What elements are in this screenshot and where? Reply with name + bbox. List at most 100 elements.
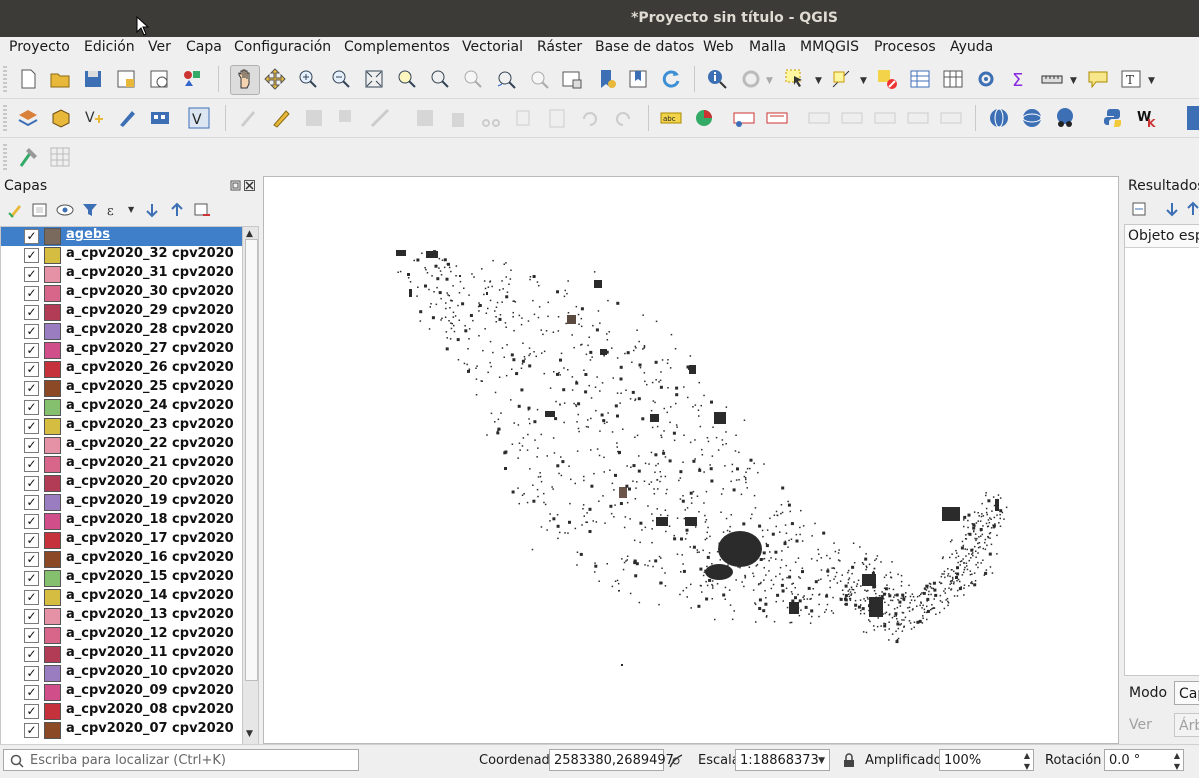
- text-annotation-icon[interactable]: T: [1120, 68, 1142, 90]
- toggle-extents-icon[interactable]: [668, 753, 684, 769]
- close-panel-icon[interactable]: [244, 180, 255, 191]
- layer-visibility-checkbox[interactable]: ✓: [24, 324, 39, 339]
- zoom-to-layer-icon[interactable]: [429, 68, 451, 90]
- map-canvas[interactable]: [263, 176, 1119, 744]
- lock-scale-icon[interactable]: [843, 753, 855, 768]
- layer-visibility-checkbox[interactable]: ✓: [24, 438, 39, 453]
- layer-row[interactable]: ✓ a_cpv2020_20 cpv2020: [1, 474, 243, 493]
- manage-visibility-icon[interactable]: [56, 201, 74, 219]
- spin-down-icon[interactable]: ▼: [1174, 756, 1180, 778]
- layer-visibility-checkbox[interactable]: ✓: [24, 305, 39, 320]
- layer-row[interactable]: ✓ a_cpv2020_25 cpv2020: [1, 379, 243, 398]
- layer-row[interactable]: ✓ a_cpv2020_28 cpv2020: [1, 322, 243, 341]
- menu-web[interactable]: Web: [703, 39, 734, 55]
- add-wfs-layer-icon[interactable]: [1021, 107, 1043, 129]
- layer-visibility-checkbox[interactable]: ✓: [24, 723, 39, 738]
- coordinate-field[interactable]: 2583380,2689497: [549, 749, 674, 771]
- layer-visibility-checkbox[interactable]: ✓: [24, 590, 39, 605]
- layer-row[interactable]: ✓ a_cpv2020_18 cpv2020: [1, 512, 243, 531]
- layer-visibility-checkbox[interactable]: ✓: [24, 343, 39, 358]
- toolbar-grip[interactable]: [3, 66, 7, 92]
- scroll-up-icon[interactable]: ▲: [246, 229, 253, 239]
- chevron-down-icon[interactable]: ▼: [128, 205, 134, 214]
- new-geopackage-layer-icon[interactable]: [50, 107, 72, 129]
- refresh-icon[interactable]: [660, 68, 682, 90]
- attribute-table-icon[interactable]: [909, 68, 931, 90]
- layer-diagram-icon[interactable]: [693, 107, 715, 129]
- layer-row[interactable]: ✓ a_cpv2020_17 cpv2020: [1, 531, 243, 550]
- layer-visibility-checkbox[interactable]: ✓: [24, 571, 39, 586]
- layer-labeling-icon[interactable]: abc: [660, 107, 682, 129]
- processing-toolbox-icon[interactable]: [975, 68, 997, 90]
- layer-visibility-checkbox[interactable]: ✓: [24, 476, 39, 491]
- layer-visibility-checkbox[interactable]: ✓: [24, 552, 39, 567]
- measure-line-icon[interactable]: [1041, 68, 1063, 90]
- layer-row[interactable]: ✓ a_cpv2020_12 cpv2020: [1, 626, 243, 645]
- layer-visibility-checkbox[interactable]: ✓: [24, 457, 39, 472]
- layer-row[interactable]: ✓ a_cpv2020_23 cpv2020: [1, 417, 243, 436]
- layer-row[interactable]: ✓ a_cpv2020_27 cpv2020: [1, 341, 243, 360]
- layout-manager-icon[interactable]: [148, 68, 170, 90]
- layer-row[interactable]: ✓ a_cpv2020_16 cpv2020: [1, 550, 243, 569]
- layer-row[interactable]: ✓ a_cpv2020_21 cpv2020: [1, 455, 243, 474]
- scale-combobox[interactable]: 1:18868373 ▼: [735, 749, 830, 771]
- add-vector-layer-icon[interactable]: V: [188, 107, 210, 129]
- layer-visibility-checkbox[interactable]: ✓: [24, 609, 39, 624]
- remove-layer-icon[interactable]: [193, 201, 211, 219]
- highlight-pinned-labels-icon[interactable]: [733, 107, 755, 129]
- menu-procesos[interactable]: Procesos: [874, 39, 936, 55]
- map-features[interactable]: [264, 177, 1118, 743]
- layer-visibility-checkbox[interactable]: ✓: [24, 419, 39, 434]
- toolbar-overflow-icon[interactable]: [1187, 106, 1199, 130]
- zoom-full-icon[interactable]: [363, 68, 385, 90]
- digitizing-tools-icon[interactable]: [17, 146, 39, 168]
- chevron-down-icon[interactable]: ▼: [818, 750, 825, 772]
- data-source-manager-icon[interactable]: [17, 107, 39, 129]
- layer-row[interactable]: ✓ a_cpv2020_08 cpv2020: [1, 702, 243, 721]
- layer-visibility-checkbox[interactable]: ✓: [24, 495, 39, 510]
- menu-capa[interactable]: Capa: [186, 39, 222, 55]
- zoom-out-icon[interactable]: [330, 68, 352, 90]
- map-tips-icon[interactable]: [1087, 68, 1109, 90]
- select-by-expression-icon[interactable]: [830, 68, 852, 90]
- layer-visibility-checkbox[interactable]: ✓: [24, 533, 39, 548]
- add-group-icon[interactable]: [31, 201, 49, 219]
- chevron-down-icon[interactable]: ▼: [1148, 76, 1155, 86]
- scroll-down-icon[interactable]: ▼: [246, 729, 253, 739]
- pin-labels-icon[interactable]: [766, 107, 788, 129]
- metasearch-icon[interactable]: [1054, 107, 1076, 129]
- statistical-summary-icon[interactable]: Σ: [1008, 68, 1030, 90]
- layer-visibility-checkbox[interactable]: ✓: [24, 267, 39, 282]
- layer-row[interactable]: ✓ a_cpv2020_29 cpv2020: [1, 303, 243, 322]
- new-temporary-layer-icon[interactable]: [116, 107, 138, 129]
- menu-ver[interactable]: Ver: [148, 39, 171, 55]
- layer-row[interactable]: ✓ a_cpv2020_11 cpv2020: [1, 645, 243, 664]
- new-project-icon[interactable]: [17, 68, 39, 90]
- style-manager-icon[interactable]: [181, 68, 203, 90]
- menu-vectorial[interactable]: Vectorial: [462, 39, 523, 55]
- toolbar-grip[interactable]: [3, 144, 7, 170]
- layer-row[interactable]: ✓ a_cpv2020_30 cpv2020: [1, 284, 243, 303]
- new-bookmark-icon[interactable]: [596, 68, 618, 90]
- layer-visibility-checkbox[interactable]: ✓: [24, 381, 39, 396]
- chevron-down-icon[interactable]: ▼: [815, 76, 822, 86]
- layer-visibility-checkbox[interactable]: ✓: [24, 229, 39, 244]
- layer-row[interactable]: ✓ a_cpv2020_26 cpv2020: [1, 360, 243, 379]
- new-shapefile-layer-icon[interactable]: V: [83, 107, 105, 129]
- layer-visibility-checkbox[interactable]: ✓: [24, 666, 39, 681]
- field-calculator-icon[interactable]: [942, 68, 964, 90]
- layer-row[interactable]: ✓ a_cpv2020_09 cpv2020: [1, 683, 243, 702]
- zoom-in-icon[interactable]: [297, 68, 319, 90]
- collapse-all-icon[interactable]: [1187, 201, 1199, 217]
- layer-row[interactable]: ✓ a_cpv2020_15 cpv2020: [1, 569, 243, 588]
- chevron-down-icon[interactable]: ▼: [860, 76, 867, 86]
- layer-visibility-checkbox[interactable]: ✓: [24, 362, 39, 377]
- add-wms-layer-icon[interactable]: [988, 107, 1010, 129]
- layers-tree[interactable]: ✓ agebs ✓ a_cpv2020_32 cpv2020 ✓ a_cpv2020…: [0, 226, 244, 746]
- toggle-editing-icon[interactable]: [270, 107, 292, 129]
- layer-row[interactable]: ✓ a_cpv2020_31 cpv2020: [1, 265, 243, 284]
- layer-visibility-checkbox[interactable]: ✓: [24, 400, 39, 415]
- wkt-plugin-icon[interactable]: WK: [1136, 107, 1158, 129]
- menu-complementos[interactable]: Complementos: [344, 39, 450, 55]
- layer-row[interactable]: ✓ a_cpv2020_07 cpv2020: [1, 721, 243, 740]
